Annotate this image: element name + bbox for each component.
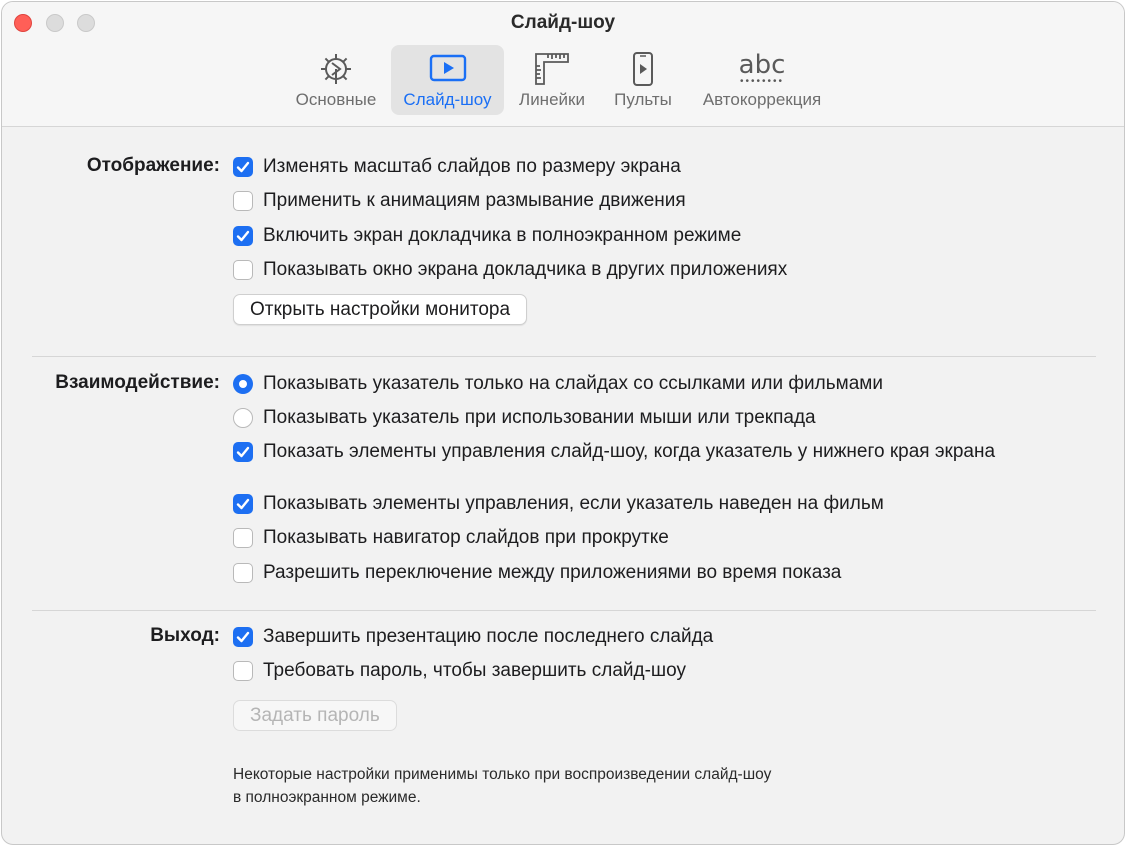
tab-remotes-label: Пульты: [614, 90, 672, 109]
open-display-settings-button[interactable]: Открыть настройки монитора: [233, 294, 528, 325]
checkbox-label: Применить к анимациям размывание движени…: [263, 190, 686, 211]
tab-slideshow[interactable]: Слайд-шоу: [391, 45, 504, 115]
separator: [32, 610, 1096, 611]
interaction-radio-pointer-mouse[interactable]: Показывать указатель при использовании м…: [233, 405, 816, 431]
window-title: Слайд-шоу: [510, 12, 616, 33]
tab-autocorrection[interactable]: abc •••••••• Автокоррекция: [692, 45, 832, 115]
dots-underline: ••••••••: [739, 76, 785, 87]
checkbox-label: Показывать элементы управления, если ука…: [263, 493, 884, 514]
interaction-radio-pointer-links[interactable]: Показывать указатель только на слайдах с…: [233, 371, 883, 397]
radio-label: Показывать указатель только на слайдах с…: [263, 373, 883, 394]
checkbox-unchecked[interactable]: [233, 191, 253, 211]
display-option-scale[interactable]: Изменять масштаб слайдов по размеру экра…: [233, 154, 681, 180]
tab-autocorrection-label: Автокоррекция: [702, 90, 822, 109]
exit-option-require-password[interactable]: Требовать пароль, чтобы завершить слайд-…: [233, 658, 686, 684]
checkbox-label: Включить экран докладчика в полноэкранно…: [263, 225, 742, 246]
radio-label: Показывать указатель при использовании м…: [263, 407, 816, 428]
tab-rulers[interactable]: Линейки: [510, 45, 594, 115]
title-bar: Слайд-шоу Основные Слайд-шоу Линейки Пул…: [2, 2, 1124, 127]
footnote-line-2: в полноэкранном режиме.: [233, 789, 421, 806]
interaction-option-slide-navigator[interactable]: Показывать навигатор слайдов при прокрут…: [233, 525, 669, 551]
separator: [32, 356, 1096, 357]
footnote-line-1: Некоторые настройки применимы только при…: [233, 766, 772, 783]
checkbox-label: Разрешить переключение между приложениям…: [263, 562, 842, 583]
footnote: Некоторые настройки применимы только при…: [233, 763, 771, 809]
checkbox-label: Показывать навигатор слайдов при прокрут…: [263, 527, 669, 548]
checkbox-label: Показать элементы управления слайд-шоу, …: [263, 441, 996, 462]
ruler-icon: [532, 51, 572, 87]
checkbox-checked[interactable]: [233, 226, 253, 246]
preferences-window: Слайд-шоу Основные Слайд-шоу Линейки Пул…: [1, 1, 1125, 845]
checkbox-checked[interactable]: [233, 442, 253, 462]
checkbox-label: Требовать пароль, чтобы завершить слайд-…: [263, 660, 687, 681]
interaction-option-slideshow-controls[interactable]: Показать элементы управления слайд-шоу, …: [233, 439, 995, 465]
tab-general-label: Основные: [295, 90, 377, 109]
tab-general[interactable]: Основные: [289, 45, 383, 115]
abc-icon-text: abc: [738, 50, 786, 80]
checkbox-label: Завершить презентацию после последнего с…: [263, 626, 714, 647]
abc-icon: abc ••••••••: [739, 51, 786, 87]
checkbox-checked[interactable]: [233, 494, 253, 514]
play-icon: [429, 51, 467, 87]
checkbox-unchecked[interactable]: [233, 528, 253, 548]
checkbox-label: Показывать окно экрана докладчика в друг…: [263, 259, 788, 280]
display-option-motion-blur[interactable]: Применить к анимациям размывание движени…: [233, 188, 686, 214]
checkbox-unchecked[interactable]: [233, 661, 253, 681]
display-section-label: Отображение:: [86, 155, 220, 176]
gear-icon: [318, 51, 354, 87]
tab-rulers-label: Линейки: [519, 90, 585, 109]
set-password-button[interactable]: Задать пароль: [233, 700, 397, 731]
radio-selected[interactable]: [233, 374, 253, 394]
interaction-section-label: Взаимодействие:: [55, 372, 220, 393]
exit-option-end-after-last[interactable]: Завершить презентацию после последнего с…: [233, 624, 713, 650]
checkbox-unchecked[interactable]: [233, 260, 253, 280]
checkbox-unchecked[interactable]: [233, 563, 253, 583]
tab-slideshow-label: Слайд-шоу: [403, 90, 492, 109]
exit-section-label: Выход:: [150, 625, 220, 646]
checkbox-label: Изменять масштаб слайдов по размеру экра…: [263, 156, 681, 177]
checkbox-checked[interactable]: [233, 157, 253, 177]
radio-unselected[interactable]: [233, 408, 253, 428]
display-option-presenter-display[interactable]: Включить экран докладчика в полноэкранно…: [233, 223, 741, 249]
phone-remote-icon: [631, 51, 655, 87]
tab-remotes[interactable]: Пульты: [605, 45, 681, 115]
interaction-option-app-switching[interactable]: Разрешить переключение между приложениям…: [233, 560, 841, 586]
checkbox-checked[interactable]: [233, 627, 253, 647]
interaction-option-movie-controls[interactable]: Показывать элементы управления, если ука…: [233, 491, 884, 517]
display-option-presenter-window[interactable]: Показывать окно экрана докладчика в друг…: [233, 257, 787, 283]
preferences-content: Отображение: Изменять масштаб слайдов по…: [2, 127, 1124, 844]
